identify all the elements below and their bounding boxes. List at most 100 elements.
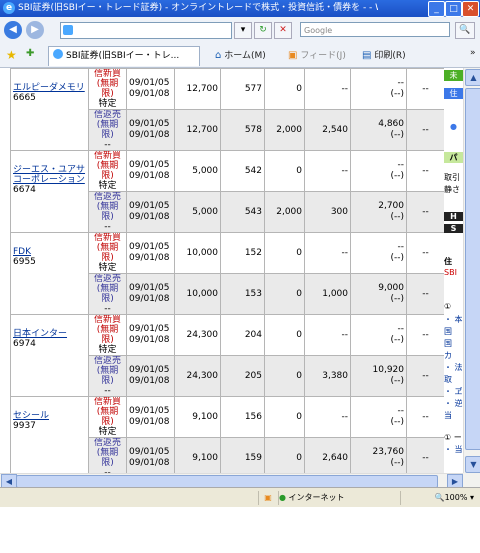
settle-date: 09/01/08: [129, 171, 170, 181]
right-text-5: 取引: [444, 173, 460, 182]
close-window-button[interactable]: ✕: [462, 1, 479, 17]
table-row: セシール 9937 信新買 (無期限) 特定 09/01/05 09/01/08 9,100 1…: [10, 396, 445, 473]
fee-cell: 0: [264, 355, 305, 397]
refresh-button[interactable]: ↻: [254, 22, 272, 39]
stock-name-link[interactable]: セシール: [13, 411, 86, 421]
search-icon[interactable]: 🔍: [455, 22, 475, 39]
order-type-cell: 信返売 (無期限) --: [88, 109, 127, 151]
right-badge-2[interactable]: 住: [444, 88, 463, 99]
pnl-value: --: [397, 160, 405, 170]
price-cell: 578: [220, 109, 265, 151]
right-badge-1[interactable]: 未: [444, 70, 463, 81]
account-type-label: --: [104, 140, 111, 150]
status-text-segment: [0, 491, 250, 505]
right-link-15[interactable]: カ: [444, 350, 463, 361]
right-badge-8[interactable]: S: [444, 224, 463, 233]
maximize-button[interactable]: □: [445, 1, 462, 17]
zoom-label: 100%: [444, 493, 468, 502]
right-badge-4[interactable]: パ: [444, 152, 463, 163]
add-favorite-icon[interactable]: ✚: [26, 48, 34, 59]
order-type-label: 信返売: [93, 438, 121, 449]
price-cell: 205: [220, 355, 265, 397]
favorites-star-icon[interactable]: ★: [6, 48, 17, 62]
order-type-label: 信新買: [93, 151, 121, 162]
settle-date: 09/01/08: [129, 89, 170, 99]
minimize-button[interactable]: _: [428, 1, 445, 17]
interest-cell: 1,000: [304, 273, 351, 315]
pnl-cell: -- (--): [350, 314, 407, 356]
right-link-17[interactable]: 取: [444, 374, 463, 385]
search-input[interactable]: Google: [300, 22, 450, 37]
vertical-scroll-thumb[interactable]: [465, 88, 480, 450]
last-cell: --: [406, 273, 445, 315]
last-cell: --: [406, 68, 445, 110]
stock-name-link[interactable]: ジーエス・ユアサコーポレーション: [13, 165, 86, 185]
order-term-label: (無期限): [96, 79, 119, 99]
stock-name-link[interactable]: エルピーダメモリ: [13, 83, 86, 93]
right-badge-7[interactable]: H: [444, 212, 463, 221]
last-cell: --: [406, 396, 445, 438]
address-bar[interactable]: [60, 22, 232, 39]
stock-name-cell: ジーエス・ユアサコーポレーション 6674: [10, 150, 89, 233]
home-label: ホーム(M): [224, 51, 266, 61]
right-link-13[interactable]: 国: [444, 326, 463, 337]
order-term-label: (無期限): [96, 407, 119, 427]
right-link-20[interactable]: 当: [444, 410, 463, 421]
right-link-16[interactable]: ・ 法: [444, 362, 463, 373]
stock-name-link[interactable]: FDK: [13, 247, 86, 257]
order-type-label: 信返売: [93, 192, 121, 203]
page-content: エルピーダメモリ 6665 信新買 (無期限) 特定 09/01/05 09/01/08 12…: [0, 68, 463, 473]
quantity-cell: 24,300: [174, 314, 221, 356]
address-dropdown-button[interactable]: ▾: [234, 22, 252, 39]
quantity-cell: 9,100: [174, 396, 221, 438]
quantity-cell: 10,000: [174, 273, 221, 315]
vertical-scrollbar[interactable]: ▲ ▼: [463, 68, 480, 473]
right-link-12[interactable]: ・ 本: [444, 314, 463, 325]
pnl-value: --: [397, 242, 405, 252]
page-icon: [63, 25, 73, 35]
last-cell: --: [406, 109, 445, 151]
settle-date: 09/01/08: [129, 253, 170, 263]
right-link-22[interactable]: ・ 当: [444, 444, 463, 455]
right-text-6: 静さ: [444, 185, 460, 194]
tab-sbi[interactable]: SBI証券(旧SBIイー・トレ...: [48, 46, 200, 66]
price-cell: 156: [220, 396, 265, 438]
order-term-label: (無期限): [96, 202, 119, 222]
last-cell: --: [406, 437, 445, 473]
right-text-9: 住: [444, 257, 452, 266]
feed-button[interactable]: ▣ フィード(J): [288, 48, 346, 61]
order-type-cell: 信返売 (無期限) --: [88, 355, 127, 397]
date-cell: 09/01/05 09/01/08: [126, 314, 175, 356]
right-badge-3[interactable]: ●: [444, 122, 463, 131]
pnl-value: 4,860: [378, 119, 404, 129]
order-type-label: 信新買: [93, 397, 121, 408]
zoom-control[interactable]: 🔍100% ▾: [400, 491, 478, 505]
stock-name-link[interactable]: 日本インター: [13, 329, 86, 339]
back-button[interactable]: ◀: [4, 21, 22, 39]
trade-date: 09/01/05: [129, 78, 170, 88]
home-button[interactable]: ⌂ ホーム(M): [215, 48, 266, 61]
right-text-21: ① ー: [444, 433, 462, 442]
pnl-cell: 23,760 (--): [350, 437, 407, 473]
quantity-cell: 12,700: [174, 109, 221, 151]
blank-area: [0, 507, 480, 553]
zoom-icon: 🔍: [434, 493, 445, 502]
scroll-corner: [463, 473, 480, 487]
more-toolbar-button[interactable]: »: [470, 48, 476, 58]
tab-toolbar: ★ ✚ SBI証券(旧SBIイー・トレ... ⌂ ホーム(M) ▣ フィード(J…: [0, 43, 480, 68]
print-button[interactable]: ▤ 印刷(R): [362, 48, 406, 61]
price-cell: 542: [220, 150, 265, 192]
scroll-down-icon[interactable]: ▼: [465, 456, 480, 473]
forward-button[interactable]: ▶: [26, 21, 44, 39]
stop-button[interactable]: ✕: [274, 22, 292, 39]
stock-code: 6955: [13, 257, 36, 267]
horizontal-scrollbar[interactable]: ◀ ▶: [0, 473, 463, 489]
printer-icon: ▤: [362, 50, 372, 61]
fee-cell: 0: [264, 68, 305, 110]
scroll-up-icon[interactable]: ▲: [465, 69, 480, 86]
fee-cell: 0: [264, 273, 305, 315]
right-link-14[interactable]: 国: [444, 338, 463, 349]
right-link-18[interactable]: ・ ヹ: [444, 386, 463, 397]
trade-date: 09/01/05: [129, 324, 170, 334]
right-link-19[interactable]: ・ 逆: [444, 398, 463, 409]
